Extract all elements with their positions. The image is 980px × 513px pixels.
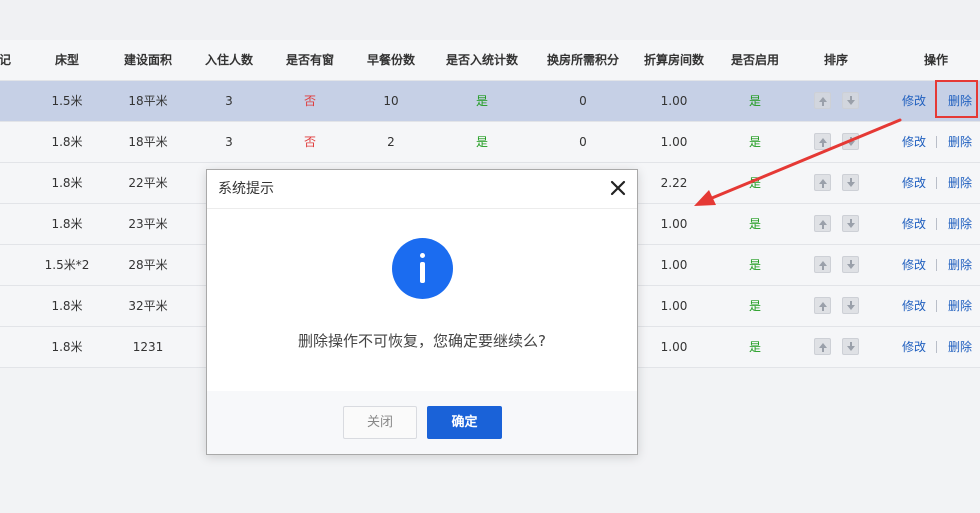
delete-link[interactable]: 删除 [948, 286, 972, 326]
dialog-footer: 关闭 确定 [207, 391, 637, 454]
cell-enabled: 是 [748, 258, 761, 272]
cell-breakfast: 10 [383, 94, 399, 108]
cell-points: 0 [579, 94, 587, 108]
close-button[interactable]: 关闭 [343, 406, 417, 439]
cell-area: 32平米 [128, 299, 168, 313]
cell-area: 1231 [132, 340, 164, 354]
edit-link[interactable]: 修改 [902, 286, 926, 326]
confirm-dialog: 系统提示 删除操作不可恢复，您确定要继续么? 关闭 确定 [206, 169, 638, 455]
table-row: 1.8米 18平米 3 否 2 是 0 1.00 是修改 删除 [0, 122, 980, 163]
action-separator [936, 177, 937, 189]
cell-enabled: 是 [748, 94, 761, 108]
column-header: 操作 [923, 53, 948, 67]
arrow-down-icon[interactable] [842, 92, 859, 109]
arrow-up-icon[interactable] [814, 338, 831, 355]
dialog-message: 删除操作不可恢复，您确定要继续么? [298, 332, 546, 350]
arrow-up-icon[interactable] [814, 133, 831, 150]
cell-enabled: 是 [748, 217, 761, 231]
column-header: 换房所需积分 [546, 53, 619, 67]
cell-enabled: 是 [748, 176, 761, 190]
arrow-down-icon[interactable] [842, 256, 859, 273]
delete-link[interactable]: 删除 [948, 245, 972, 285]
action-separator [936, 218, 937, 230]
action-separator [936, 300, 937, 312]
arrow-up-icon[interactable] [814, 174, 831, 191]
column-header: 排序 [823, 53, 848, 67]
column-header: 早餐份数 [366, 53, 415, 67]
arrow-down-icon[interactable] [842, 215, 859, 232]
confirm-button[interactable]: 确定 [427, 406, 502, 439]
edit-link[interactable]: 修改 [902, 327, 926, 367]
cell-area: 28平米 [128, 258, 168, 272]
edit-link[interactable]: 修改 [902, 245, 926, 285]
cell-area: 22平米 [128, 176, 168, 190]
table-header: 记床型 建设面积 入住人数 是否有窗 早餐份数 是否入统计数 换房所需积分 折算房间数 是否启用… [0, 40, 980, 81]
cell-counted: 是 [475, 135, 488, 149]
dialog-header: 系统提示 [207, 170, 637, 209]
delete-highlight-box [935, 80, 978, 118]
arrow-up-icon[interactable] [814, 297, 831, 314]
arrow-down-icon[interactable] [842, 174, 859, 191]
cell-breakfast: 2 [387, 135, 395, 149]
action-separator [936, 259, 937, 271]
cell-enabled: 是 [748, 340, 761, 354]
close-icon[interactable] [609, 179, 627, 197]
delete-link[interactable]: 删除 [948, 122, 972, 162]
top-strip [0, 0, 980, 40]
column-header: 是否入统计数 [445, 53, 518, 67]
delete-link[interactable]: 删除 [948, 163, 972, 203]
cell-points: 0 [579, 135, 587, 149]
arrow-down-icon[interactable] [842, 133, 859, 150]
edit-link[interactable]: 修改 [902, 204, 926, 244]
cell-enabled: 是 [748, 299, 761, 313]
delete-link[interactable]: 删除 [948, 204, 972, 244]
arrow-up-icon[interactable] [814, 256, 831, 273]
arrow-down-icon[interactable] [842, 338, 859, 355]
edit-link[interactable]: 修改 [902, 81, 926, 121]
arrow-up-icon[interactable] [814, 215, 831, 232]
action-separator [936, 136, 937, 148]
cell-enabled: 是 [748, 135, 761, 149]
action-separator [936, 341, 937, 353]
table-row: 1.5米 18平米 3 否 10 是 0 1.00 是修改 删除 [0, 81, 980, 122]
cell-area: 23平米 [128, 217, 168, 231]
arrow-down-icon[interactable] [842, 297, 859, 314]
column-header: 记 [0, 53, 11, 67]
edit-link[interactable]: 修改 [902, 122, 926, 162]
cell-counted: 是 [475, 94, 488, 108]
edit-link[interactable]: 修改 [902, 163, 926, 203]
delete-link[interactable]: 删除 [948, 327, 972, 367]
arrow-up-icon[interactable] [814, 92, 831, 109]
dialog-title: 系统提示 [218, 181, 274, 197]
info-icon [392, 238, 453, 299]
